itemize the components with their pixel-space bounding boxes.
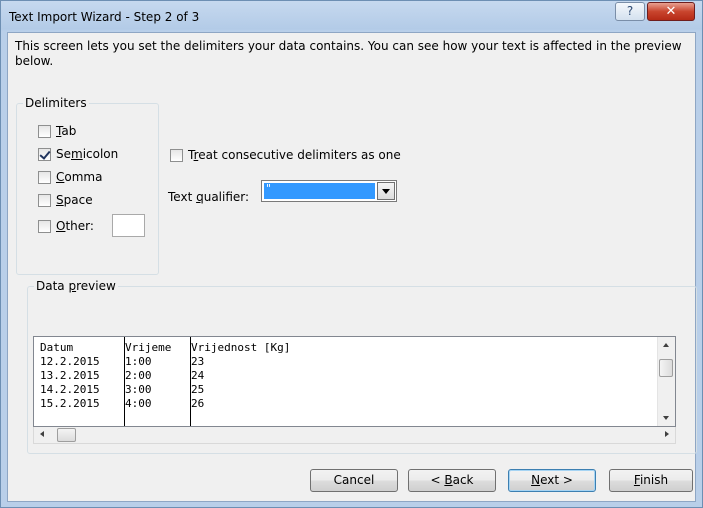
preview-horizontal-scrollbar[interactable] [33,427,676,444]
preview-cell: 14.2.2015 [40,383,100,396]
tab-label: Tab [56,124,77,138]
preview-cell: Vrijednost [Kg] [191,341,291,354]
tab-checkbox-row[interactable]: Tab [38,123,76,139]
preview-cell: 2:00 [125,369,152,382]
text-qualifier-label: Text qualifier: [168,190,250,204]
space-checkbox[interactable] [38,193,51,207]
preview-cell: 23 [191,355,205,368]
horizontal-scroll-thumb[interactable] [57,428,76,442]
preview-cell: 26 [191,397,205,410]
back-button[interactable]: < Back [408,469,496,492]
data-preview-grid[interactable]: Datum Vrijeme Vrijednost [Kg] 12.2.2015 … [33,336,676,427]
finish-button[interactable]: Finish [609,469,693,492]
text-qualifier-value: " [264,183,375,199]
chevron-down-icon[interactable] [377,182,395,200]
tab-checkbox[interactable] [38,124,51,138]
other-label: Other: [56,219,94,233]
scroll-left-icon[interactable] [40,431,44,437]
delimiters-group-label: Delimiters [23,96,89,110]
space-label: Space [56,193,93,207]
next-button[interactable]: Next > [508,469,596,492]
preview-row: 14.2.2015 3:00 25 [40,383,204,397]
preview-cell: Datum [40,341,74,354]
vertical-scroll-thumb[interactable] [659,359,673,377]
preview-cell: Vrijeme [125,341,172,354]
preview-header-row: Datum Vrijeme Vrijednost [Kg] [40,341,290,355]
preview-cell: 24 [191,369,205,382]
semicolon-label: Semicolon [56,147,119,161]
data-preview-group-label: Data preview [34,279,118,293]
close-icon: ✕ [665,4,677,19]
consecutive-label: Treat consecutive delimiters as one [188,148,401,162]
preview-cell: 15.2.2015 [40,397,100,410]
consecutive-checkbox-row[interactable]: Treat consecutive delimiters as one [170,147,401,163]
help-button[interactable]: ? [615,2,645,21]
semicolon-checkbox[interactable] [38,147,51,161]
consecutive-delimiters-checkbox[interactable] [170,148,183,162]
other-delimiter-input[interactable] [112,214,145,237]
text-import-wizard-window: Text Import Wizard - Step 2 of 3 ? ✕ Thi… [0,0,703,508]
preview-cell: 25 [191,383,205,396]
title-bar[interactable]: Text Import Wizard - Step 2 of 3 ? ✕ [1,1,702,33]
comma-checkbox[interactable] [38,170,51,184]
preview-cell: 13.2.2015 [40,369,100,382]
space-checkbox-row[interactable]: Space [38,192,93,208]
preview-cell: 3:00 [125,383,152,396]
preview-row: 12.2.2015 1:00 23 [40,355,204,369]
comma-label: Comma [56,170,103,184]
cancel-button[interactable]: Cancel [310,469,398,492]
dialog-client-area: This screen lets you set the delimiters … [7,32,697,502]
other-checkbox[interactable] [38,219,51,233]
preview-row: 15.2.2015 4:00 26 [40,397,204,411]
close-button[interactable]: ✕ [647,2,695,21]
scroll-right-icon[interactable] [665,431,669,437]
other-checkbox-row[interactable]: Other: [38,218,94,234]
scroll-down-icon[interactable] [663,416,669,420]
preview-cell: 4:00 [125,397,152,410]
scroll-up-icon[interactable] [663,343,669,347]
preview-cell: 1:00 [125,355,152,368]
preview-vertical-scrollbar[interactable] [657,337,675,426]
semicolon-checkbox-row[interactable]: Semicolon [38,146,118,162]
preview-row: 13.2.2015 2:00 24 [40,369,204,383]
window-title: Text Import Wizard - Step 2 of 3 [9,10,200,24]
help-icon: ? [626,4,634,18]
preview-cell: 12.2.2015 [40,355,100,368]
text-qualifier-dropdown[interactable]: " [261,180,397,202]
comma-checkbox-row[interactable]: Comma [38,169,102,185]
intro-text: This screen lets you set the delimiters … [15,39,682,68]
